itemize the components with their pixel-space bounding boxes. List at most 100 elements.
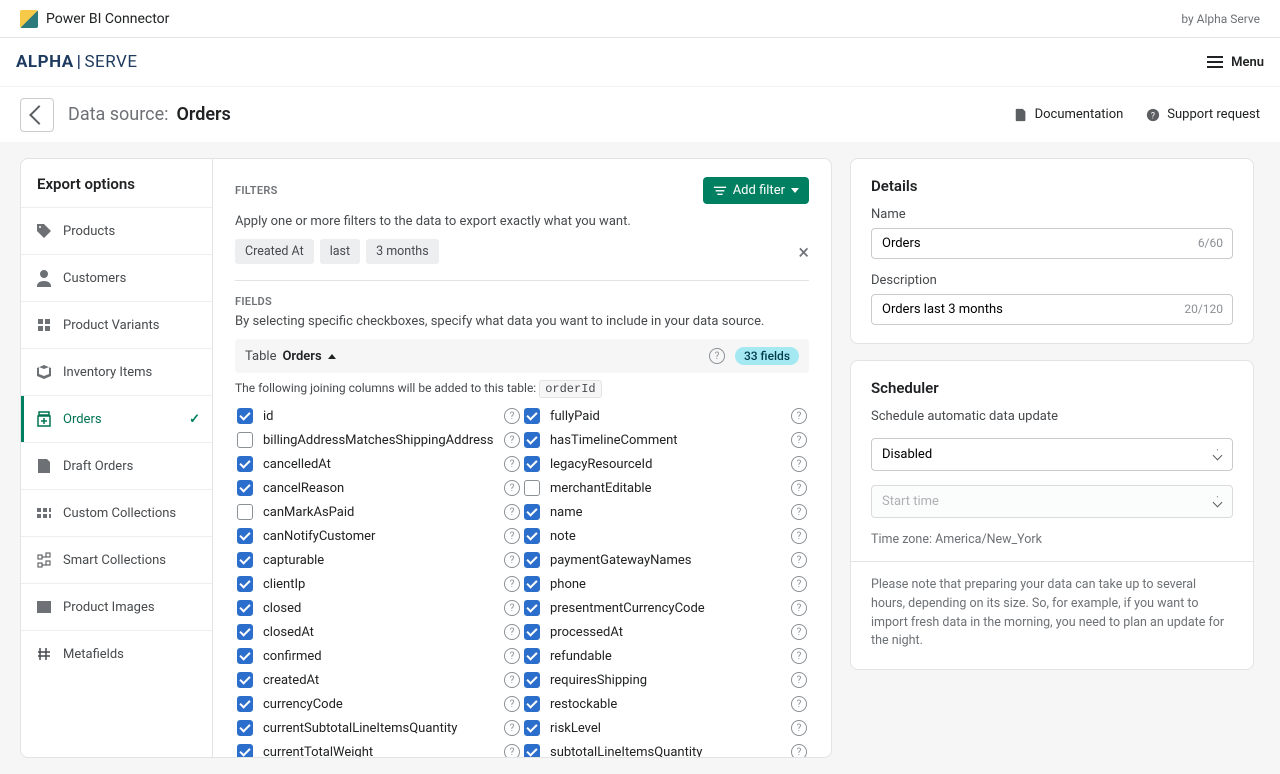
field-checkbox[interactable] — [237, 744, 253, 757]
field-help-icon[interactable]: ? — [504, 480, 520, 496]
field-checkbox[interactable] — [237, 552, 253, 568]
field-help-icon[interactable]: ? — [504, 456, 520, 472]
field-help-icon[interactable]: ? — [791, 624, 807, 640]
field-checkbox[interactable] — [524, 456, 540, 472]
field-help-icon[interactable]: ? — [504, 408, 520, 424]
field-checkbox[interactable] — [237, 624, 253, 640]
field-help-icon[interactable]: ? — [504, 576, 520, 592]
field-checkbox[interactable] — [237, 432, 253, 448]
field-name: canMarkAsPaid — [263, 505, 354, 520]
field-checkbox[interactable] — [524, 744, 540, 757]
remove-filter-button[interactable]: × — [798, 242, 809, 262]
field-help-icon[interactable]: ? — [504, 696, 520, 712]
field-checkbox[interactable] — [524, 624, 540, 640]
desc-input[interactable] — [871, 294, 1233, 325]
field-checkbox[interactable] — [237, 648, 253, 664]
sidebar-tab-products[interactable]: Products — [21, 207, 212, 254]
field-help-icon[interactable]: ? — [791, 432, 807, 448]
table-help-icon[interactable]: ? — [709, 348, 725, 364]
tab-label: Inventory Items — [63, 365, 152, 380]
filter-chip[interactable]: last — [320, 239, 360, 264]
logo-a: ALPHA — [16, 52, 74, 72]
filters-heading: FILTERS — [235, 184, 278, 197]
breadcrumb-name: Orders — [177, 104, 231, 125]
field-help-icon[interactable]: ? — [504, 600, 520, 616]
field-checkbox[interactable] — [524, 576, 540, 592]
field-checkbox[interactable] — [524, 552, 540, 568]
sidebar-tab-draft-orders[interactable]: Draft Orders — [21, 442, 212, 489]
tab-label: Product Variants — [63, 318, 160, 333]
add-filter-button[interactable]: Add filter — [703, 177, 809, 204]
caret-up-icon — [328, 354, 336, 359]
field-checkbox[interactable] — [524, 528, 540, 544]
field-checkbox[interactable] — [237, 696, 253, 712]
field-checkbox[interactable] — [237, 600, 253, 616]
field-help-icon[interactable]: ? — [504, 720, 520, 736]
field-help-icon[interactable]: ? — [791, 576, 807, 592]
field-name: hasTimelineComment — [550, 433, 678, 448]
field-help-icon[interactable]: ? — [791, 552, 807, 568]
field-checkbox[interactable] — [524, 600, 540, 616]
field-help-icon[interactable]: ? — [791, 696, 807, 712]
logo-b: SERVE — [84, 52, 137, 72]
field-help-icon[interactable]: ? — [504, 504, 520, 520]
field-checkbox[interactable] — [237, 720, 253, 736]
sidebar-tab-smart-collections[interactable]: Smart Collections — [21, 536, 212, 583]
schedule-mode-select[interactable]: Disabled — [871, 438, 1233, 471]
sidebar: Export options ProductsCustomersProduct … — [21, 159, 213, 757]
sidebar-tab-product-images[interactable]: Product Images — [21, 583, 212, 630]
support-link[interactable]: ? Support request — [1145, 107, 1260, 123]
field-help-icon[interactable]: ? — [504, 624, 520, 640]
field-help-icon[interactable]: ? — [791, 600, 807, 616]
field-help-icon[interactable]: ? — [504, 432, 520, 448]
field-help-icon[interactable]: ? — [791, 480, 807, 496]
field-help-icon[interactable]: ? — [504, 744, 520, 757]
sidebar-tab-metafields[interactable]: Metafields — [21, 630, 212, 677]
field-checkbox[interactable] — [524, 480, 540, 496]
field-checkbox[interactable] — [524, 408, 540, 424]
field-help-icon[interactable]: ? — [791, 720, 807, 736]
field-help-icon[interactable]: ? — [791, 408, 807, 424]
sidebar-tab-inventory-items[interactable]: Inventory Items — [21, 348, 212, 395]
field-help-icon[interactable]: ? — [791, 744, 807, 757]
field-checkbox[interactable] — [237, 480, 253, 496]
field-checkbox[interactable] — [524, 504, 540, 520]
field-help-icon[interactable]: ? — [791, 648, 807, 664]
field-checkbox[interactable] — [524, 720, 540, 736]
sidebar-tab-product-variants[interactable]: Product Variants — [21, 301, 212, 348]
field-checkbox[interactable] — [237, 528, 253, 544]
field-name: fullyPaid — [550, 409, 600, 424]
field-help-icon[interactable]: ? — [791, 528, 807, 544]
filter-chip[interactable]: Created At — [235, 239, 314, 264]
field-help-icon[interactable]: ? — [504, 648, 520, 664]
field-checkbox[interactable] — [524, 648, 540, 664]
sidebar-tab-customers[interactable]: Customers — [21, 254, 212, 301]
field-help-icon[interactable]: ? — [504, 528, 520, 544]
documentation-link[interactable]: Documentation — [1013, 107, 1124, 123]
name-input[interactable] — [871, 228, 1233, 259]
filter-chip[interactable]: 3 months — [366, 239, 439, 264]
field-checkbox[interactable] — [524, 672, 540, 688]
field-help-icon[interactable]: ? — [791, 672, 807, 688]
sidebar-tab-orders[interactable]: Orders✓ — [21, 395, 212, 442]
tab-label: Metafields — [63, 647, 124, 662]
field-row: paymentGatewayNames? — [522, 548, 809, 572]
field-checkbox[interactable] — [237, 672, 253, 688]
field-checkbox[interactable] — [237, 504, 253, 520]
field-name: note — [550, 529, 576, 544]
support-label: Support request — [1167, 107, 1260, 122]
field-checkbox[interactable] — [524, 696, 540, 712]
field-help-icon[interactable]: ? — [791, 456, 807, 472]
table-header-row[interactable]: Table Orders ? 33 fields — [235, 339, 809, 373]
menu-button[interactable]: Menu — [1207, 55, 1264, 70]
field-checkbox[interactable] — [237, 576, 253, 592]
field-checkbox[interactable] — [237, 408, 253, 424]
field-checkbox[interactable] — [237, 456, 253, 472]
field-help-icon[interactable]: ? — [791, 504, 807, 520]
back-button[interactable] — [20, 98, 54, 132]
sidebar-tab-custom-collections[interactable]: Custom Collections — [21, 489, 212, 536]
field-help-icon[interactable]: ? — [504, 552, 520, 568]
field-checkbox[interactable] — [524, 432, 540, 448]
field-help-icon[interactable]: ? — [504, 672, 520, 688]
field-row: billingAddressMatchesShippingAddress? — [235, 428, 522, 452]
